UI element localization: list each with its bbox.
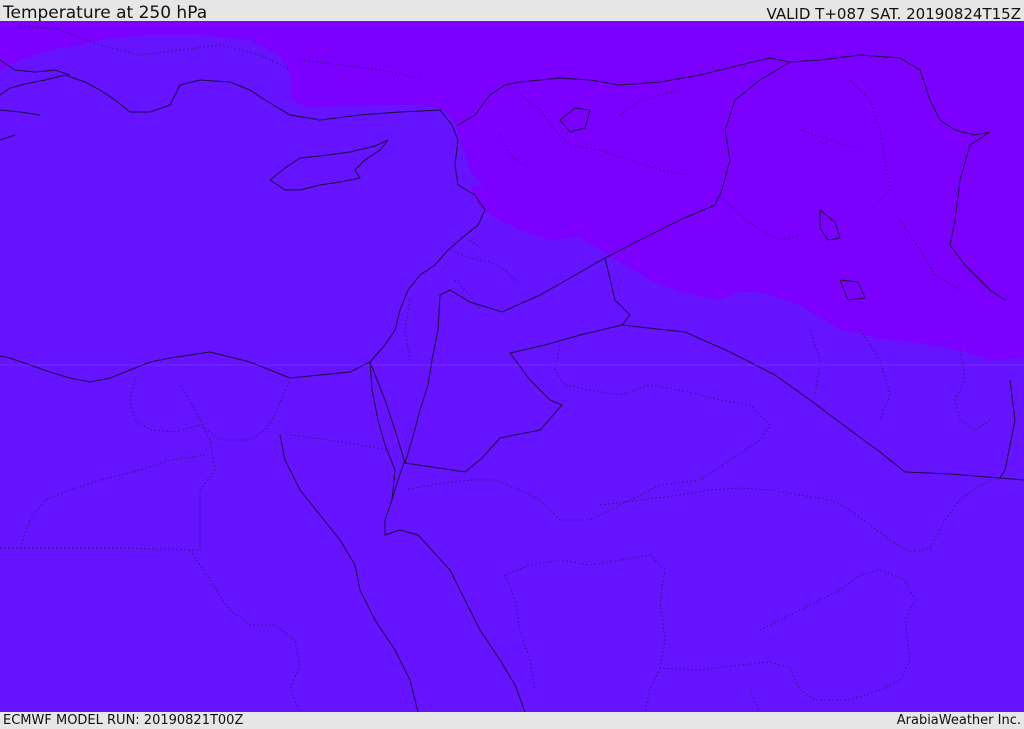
map-canvas [0,21,1024,712]
footer-bar: ECMWF MODEL RUN: 20190821T00Z ArabiaWeat… [0,712,1024,729]
weather-map[interactable] [0,21,1024,712]
header-bar: Temperature at 250 hPa VALID T+087 SAT. … [0,0,1024,23]
map-title: Temperature at 250 hPa [3,3,208,23]
credit-label: ArabiaWeather Inc. [896,713,1021,728]
model-run-label: ECMWF MODEL RUN: 20190821T00Z [3,713,244,728]
